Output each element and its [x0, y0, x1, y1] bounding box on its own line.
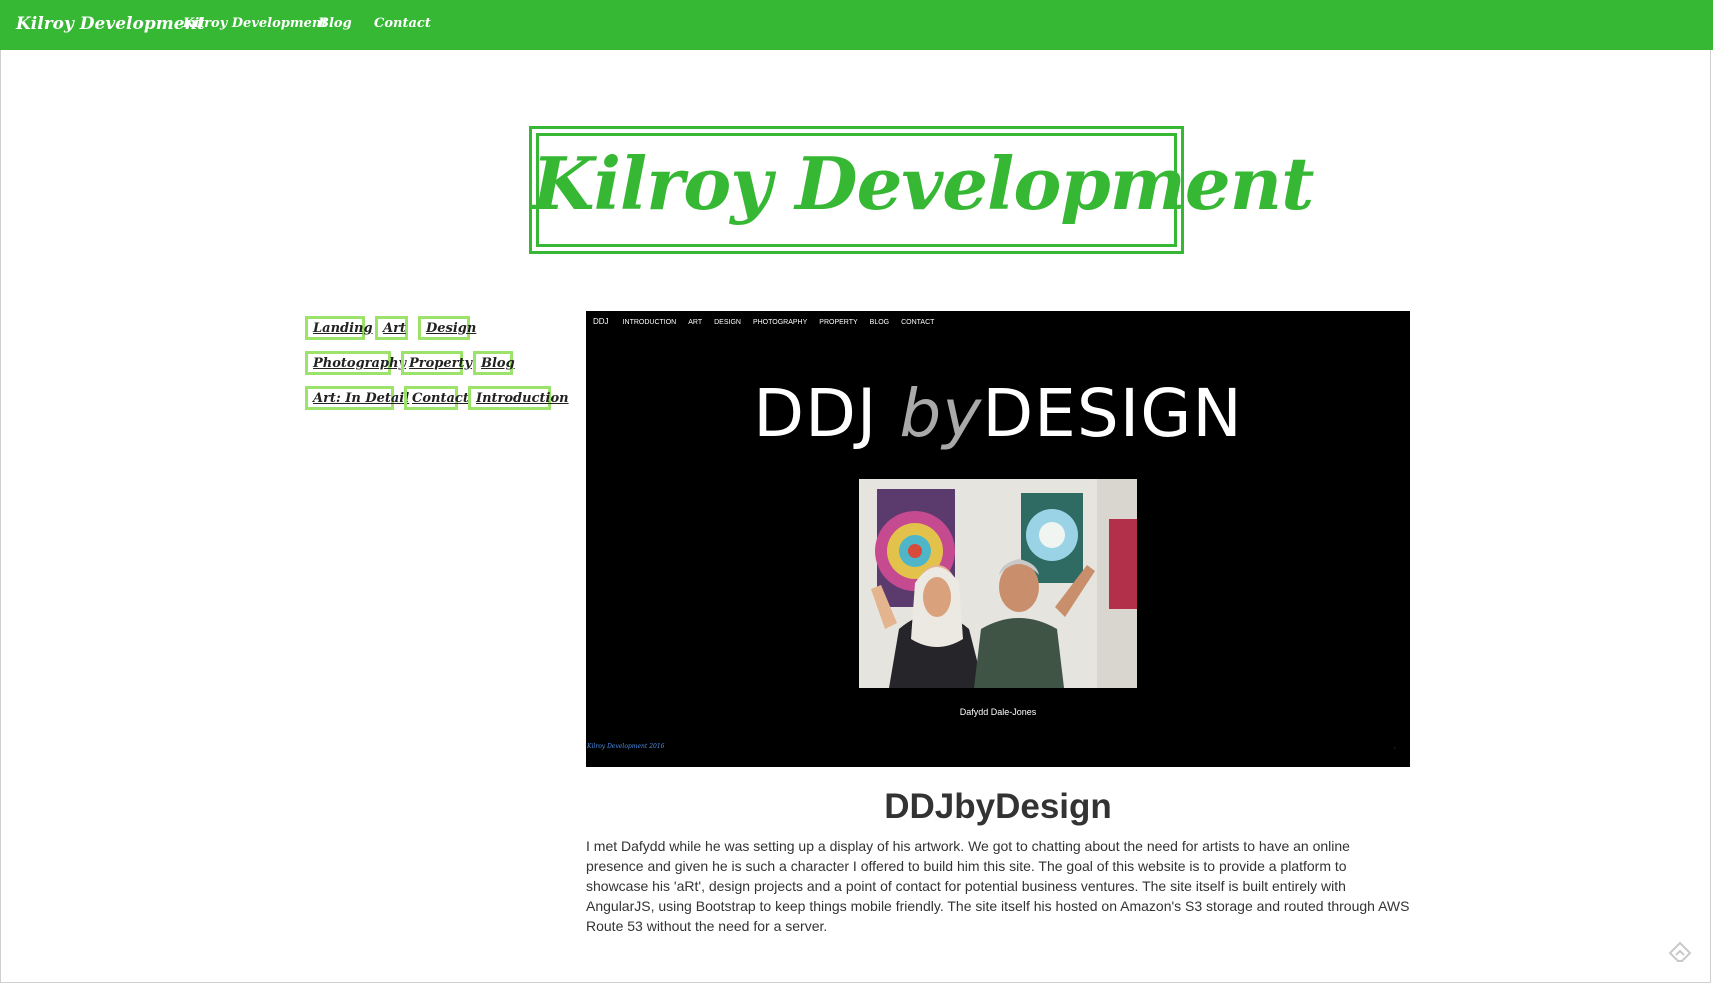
- feedly-icon-shape: [1669, 942, 1691, 962]
- tag-design[interactable]: Design: [418, 316, 476, 340]
- preview-caption: Dafydd Dale-Jones: [959, 707, 1037, 717]
- article-title: DDJbyDesign: [884, 787, 1112, 826]
- chevron-left-icon: ‹: [1393, 745, 1396, 752]
- preview-footer: Kilroy Development 2016: [587, 743, 665, 750]
- tag-art-in-detail[interactable]: Art: In Detail: [305, 386, 409, 410]
- nav-link-kilroy-development[interactable]: Kilroy Development: [183, 0, 327, 50]
- preview-nav-item: CONTACT: [901, 319, 935, 326]
- logo-text: Kilroy Development: [532, 141, 1314, 226]
- nav-link-blog[interactable]: Blog: [318, 0, 352, 50]
- preview-title-right: DESIGN: [982, 375, 1243, 452]
- tag-art[interactable]: Art: [375, 316, 408, 340]
- tag-contact[interactable]: Contact: [404, 386, 469, 410]
- site-logo: Kilroy Development: [529, 126, 1314, 254]
- preview-photo: [859, 479, 1137, 688]
- tag-blog[interactable]: Blog: [473, 351, 515, 375]
- preview-navbar: DDJ INTRODUCTION ART DESIGN PHOTOGRAPHY PROPE…: [593, 317, 946, 329]
- preview-nav-item: PROPERTY: [819, 319, 858, 326]
- tag-landing[interactable]: Landing: [305, 316, 373, 340]
- preview-title: DDJ byDESIGN: [586, 377, 1410, 451]
- top-navbar: Kilroy Development Kilroy Development Bl…: [0, 0, 1713, 50]
- preview-nav-item: ART: [688, 319, 703, 326]
- navbar-brand[interactable]: Kilroy Development: [16, 0, 205, 50]
- preview-nav-item: BLOG: [869, 319, 890, 326]
- tag-introduction[interactable]: Introduction: [468, 386, 569, 410]
- tag-photography[interactable]: Photography: [305, 351, 406, 375]
- photo-illustration: [859, 479, 1137, 688]
- project-preview-image[interactable]: DDJ INTRODUCTION ART DESIGN PHOTOGRAPHY PROPE…: [586, 311, 1410, 767]
- article-body: I met Dafydd while he was setting up a d…: [586, 838, 1410, 934]
- preview-nav-item: PHOTOGRAPHY: [752, 319, 808, 326]
- preview-nav-item: DESIGN: [714, 319, 741, 326]
- preview-title-by: by: [899, 375, 983, 452]
- feedly-icon[interactable]: [1668, 941, 1692, 965]
- preview-title-left: DDJ: [753, 375, 878, 452]
- preview-nav-item: INTRODUCTION: [622, 319, 677, 326]
- nav-link-contact[interactable]: Contact: [374, 0, 431, 50]
- preview-nav-brand: DDJ: [593, 317, 609, 326]
- tag-property[interactable]: Property: [401, 351, 472, 375]
